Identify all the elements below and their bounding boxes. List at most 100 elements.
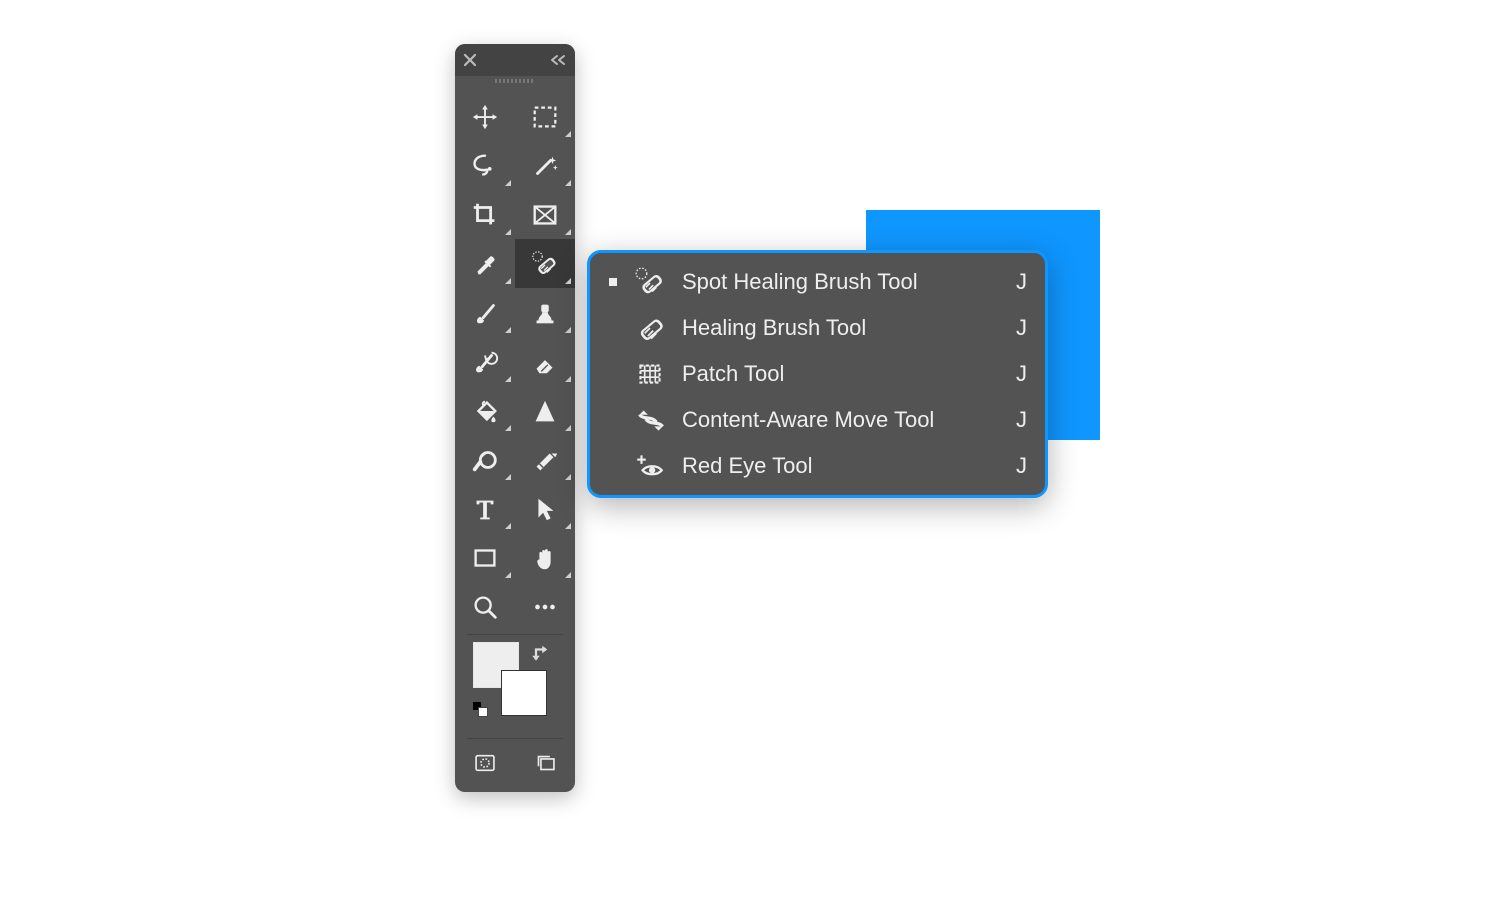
brush-icon	[470, 298, 500, 328]
histbrush-icon	[470, 347, 500, 377]
bucket-icon	[470, 396, 500, 426]
marquee-tool[interactable]	[515, 92, 575, 141]
dodge-tool[interactable]	[455, 435, 515, 484]
flyout-item-label: Healing Brush Tool	[682, 315, 995, 341]
screen-mode-toggle[interactable]	[515, 739, 575, 787]
more-tools[interactable]	[515, 582, 575, 631]
triangle-icon	[530, 396, 560, 426]
flyout-item-label: Patch Tool	[682, 361, 995, 387]
flyout-indicator-icon	[505, 229, 511, 235]
panel-gripper[interactable]	[455, 76, 575, 86]
flyout-indicator-icon	[565, 278, 571, 284]
flyout-indicator-icon	[505, 278, 511, 284]
spotheal-icon	[632, 264, 668, 300]
heal-icon	[632, 310, 668, 346]
flyout-item-label: Spot Healing Brush Tool	[682, 269, 995, 295]
type-icon	[470, 494, 500, 524]
pen-icon	[530, 445, 560, 475]
flyout-content-aware-move[interactable]: Content-Aware Move Tool J	[590, 397, 1045, 443]
arrow-icon	[530, 494, 560, 524]
flyout-red-eye[interactable]: Red Eye Tool J	[590, 443, 1045, 489]
history-brush-tool[interactable]	[455, 337, 515, 386]
move-tool[interactable]	[455, 92, 515, 141]
frame-icon	[530, 200, 560, 230]
eyedropper-tool[interactable]	[455, 239, 515, 288]
flyout-indicator-icon	[565, 327, 571, 333]
hand-tool[interactable]	[515, 533, 575, 582]
path-selection-tool[interactable]	[515, 484, 575, 533]
frame-tool[interactable]	[515, 190, 575, 239]
rect-icon	[470, 543, 500, 573]
dodge-icon	[470, 445, 500, 475]
screenmode-icon	[531, 750, 559, 776]
close-icon[interactable]	[463, 53, 477, 67]
flyout-patch[interactable]: Patch Tool J	[590, 351, 1045, 397]
background-color-swatch[interactable]	[501, 670, 547, 716]
pen-tool[interactable]	[515, 435, 575, 484]
flyout-item-shortcut: J	[1009, 269, 1027, 295]
patch-icon	[632, 356, 668, 392]
flyout-indicator-icon	[565, 376, 571, 382]
eraser-tool[interactable]	[515, 337, 575, 386]
type-tool[interactable]	[455, 484, 515, 533]
flyout-spot-healing-brush[interactable]: Spot Healing Brush Tool J	[590, 259, 1045, 305]
clone-stamp-tool[interactable]	[515, 288, 575, 337]
lasso-tool[interactable]	[455, 141, 515, 190]
active-indicator-icon	[608, 277, 618, 287]
flyout-indicator-icon	[565, 229, 571, 235]
rectangle-tool[interactable]	[455, 533, 515, 582]
flyout-item-label: Red Eye Tool	[682, 453, 995, 479]
flyout-indicator-icon	[565, 474, 571, 480]
marquee-icon	[530, 102, 560, 132]
spot-healing-brush-tool[interactable]	[515, 239, 575, 288]
quick-mask-toggle[interactable]	[455, 739, 515, 787]
move-icon	[470, 102, 500, 132]
swap-colors-icon[interactable]	[531, 642, 551, 662]
flyout-indicator-icon	[565, 572, 571, 578]
flyout-indicator-icon	[505, 425, 511, 431]
flyout-indicator-icon	[505, 327, 511, 333]
brush-tool[interactable]	[455, 288, 515, 337]
flyout-indicator-icon	[565, 425, 571, 431]
flyout-item-shortcut: J	[1009, 315, 1027, 341]
flyout-item-shortcut: J	[1009, 407, 1027, 433]
active-indicator-icon	[608, 461, 618, 471]
active-indicator-icon	[608, 415, 618, 425]
flyout-indicator-icon	[505, 474, 511, 480]
flyout-indicator-icon	[565, 180, 571, 186]
magic-wand-tool[interactable]	[515, 141, 575, 190]
zoom-icon	[470, 592, 500, 622]
lasso-icon	[470, 151, 500, 181]
flyout-item-label: Content-Aware Move Tool	[682, 407, 995, 433]
gradient-tool[interactable]	[455, 386, 515, 435]
eraser-icon	[530, 347, 560, 377]
flyout-indicator-icon	[565, 523, 571, 529]
redeye-icon	[632, 448, 668, 484]
tools-panel	[455, 44, 575, 792]
wand-icon	[530, 151, 560, 181]
flyout-indicator-icon	[565, 131, 571, 137]
flyout-item-shortcut: J	[1009, 361, 1027, 387]
stamp-icon	[530, 298, 560, 328]
quickmask-icon	[471, 750, 499, 776]
contentmove-icon	[632, 402, 668, 438]
crop-icon	[470, 200, 500, 230]
blur-tool[interactable]	[515, 386, 575, 435]
active-indicator-icon	[608, 369, 618, 379]
more-icon	[530, 592, 560, 622]
active-indicator-icon	[608, 323, 618, 333]
color-swatches	[455, 638, 575, 738]
flyout-indicator-icon	[505, 180, 511, 186]
collapse-icon[interactable]	[549, 54, 567, 66]
crop-tool[interactable]	[455, 190, 515, 239]
flyout-healing-brush[interactable]: Healing Brush Tool J	[590, 305, 1045, 351]
healing-tools-flyout: Spot Healing Brush ToolJHealing Brush To…	[587, 250, 1048, 498]
hand-icon	[530, 543, 560, 573]
flyout-indicator-icon	[505, 376, 511, 382]
flyout-indicator-icon	[505, 572, 511, 578]
spotheal-icon	[530, 249, 560, 279]
default-colors-icon[interactable]	[473, 702, 487, 716]
flyout-indicator-icon	[505, 523, 511, 529]
zoom-tool[interactable]	[455, 582, 515, 631]
flyout-item-shortcut: J	[1009, 453, 1027, 479]
